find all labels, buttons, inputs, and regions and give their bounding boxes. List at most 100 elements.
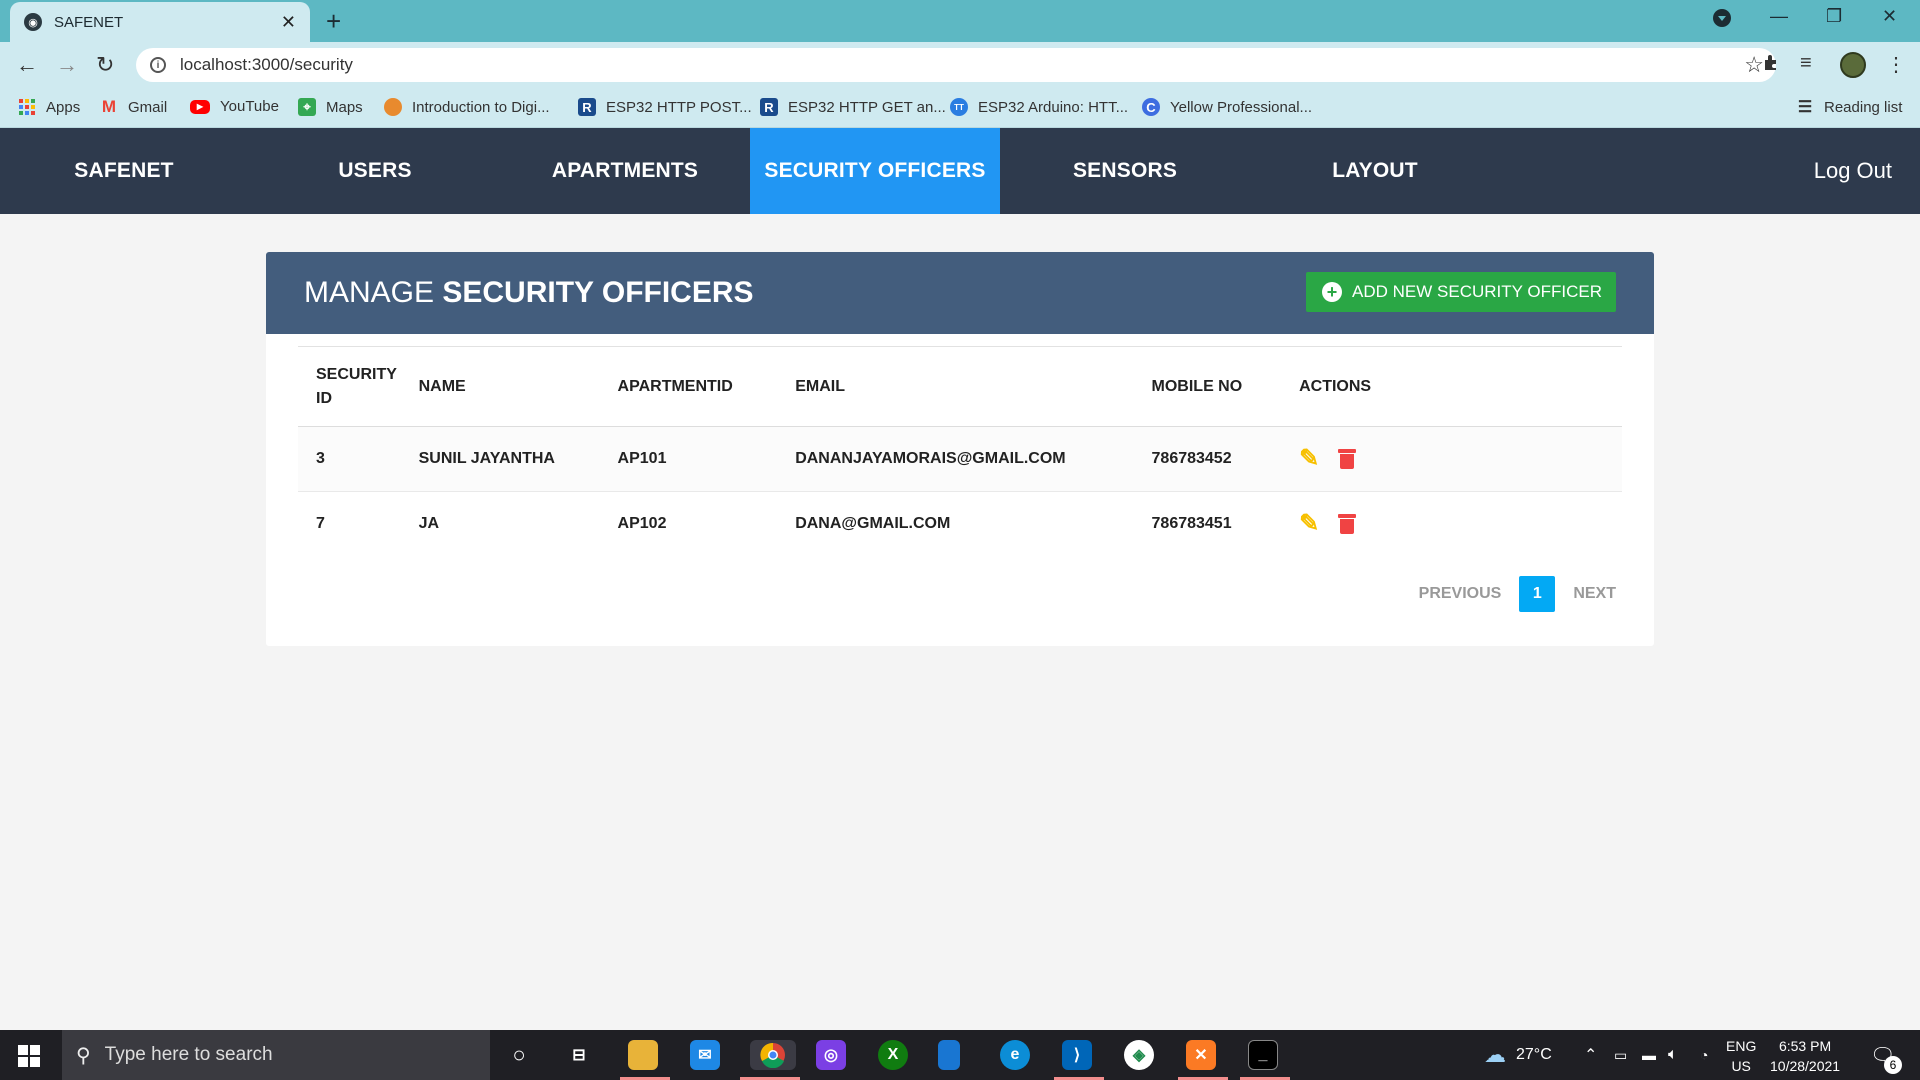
tab-search-icon[interactable] [1712,8,1732,33]
cloud-icon: ☁ [1484,1042,1506,1067]
cell-email: DANA@GMAIL.COM [777,491,1134,557]
bookmark-site-icon [384,98,402,116]
bookmark-esp32-post[interactable]: R ESP32 HTTP POST... [578,98,752,116]
bookmark-introduction[interactable]: Introduction to Digi... [384,98,550,116]
site-info-icon[interactable]: i [150,57,166,73]
weather-temp: 27°C [1516,1046,1552,1063]
bookmark-apps[interactable]: Apps [18,98,80,116]
clock-time: 6:53 PM [1778,1038,1832,1054]
forward-icon[interactable]: → [56,52,78,78]
edit-icon[interactable]: ✎ [1299,447,1319,471]
gmail-icon: M [101,97,117,116]
xampp-icon[interactable]: ✕ [1186,1040,1216,1070]
menu-icon[interactable]: ⋮ [1886,52,1906,77]
r-site-icon: R [578,98,596,116]
c-site-icon: C [1142,98,1160,116]
globe-icon: ◉ [24,13,42,31]
extensions-icon[interactable] [1762,52,1782,78]
weather-widget[interactable]: ☁ 27°C [1484,1030,1552,1080]
pagination-previous[interactable]: PREVIOUS [1415,585,1506,603]
nav-item-users[interactable]: USERS [300,128,450,214]
profile-avatar[interactable] [1840,52,1866,78]
bookmark-esp32-get[interactable]: R ESP32 HTTP GET an... [760,98,946,116]
edit-icon[interactable]: ✎ [1299,512,1319,536]
task-view-icon[interactable]: ⊟ [564,1040,594,1070]
delete-icon[interactable] [1338,514,1357,535]
nav-item-layout[interactable]: LAYOUT [1300,128,1450,214]
photo-app-icon[interactable]: ◎ [816,1040,846,1070]
terminal-icon[interactable]: _ [1248,1040,1278,1070]
address-bar[interactable]: i localhost:3000/security ☆ [136,48,1776,82]
bookmarks-bar: Apps M Gmail ▶ YouTube ⌖ Maps Introducti… [0,88,1920,128]
card-header: MANAGE SECURITY OFFICERS + ADD NEW SECUR… [266,252,1654,334]
language-indicator[interactable]: ENG US [1726,1036,1756,1076]
tt-site-icon: TT [950,98,968,116]
windows-start-icon[interactable] [18,1045,40,1067]
url-text[interactable]: localhost:3000/security [180,55,353,75]
notepad-icon[interactable] [938,1040,960,1070]
search-icon: ⚲ [76,1044,91,1067]
edge-icon[interactable]: e [1000,1040,1030,1070]
column-header-mobile: MOBILE NO [1133,346,1282,427]
close-window-icon[interactable]: ✕ [1882,6,1897,27]
bookmark-gmail[interactable]: M Gmail [100,97,167,116]
clock-date: 10/28/2021 [1770,1058,1841,1074]
show-hidden-icons[interactable]: ⌃ [1584,1030,1597,1080]
bookmark-maps[interactable]: ⌖ Maps [298,98,363,116]
cortana-icon[interactable]: ○ [504,1040,534,1070]
volume-icon[interactable]: 🔈︎ [1668,1030,1678,1080]
minimize-icon[interactable]: — [1770,6,1788,27]
cell-apartment: AP102 [599,491,778,557]
address-toolbar: ← → ↻ i localhost:3000/security ☆ ≡ ⋮ [0,42,1920,88]
cell-mobile: 786783452 [1133,426,1282,492]
column-header-name: NAME [400,346,600,427]
clock[interactable]: 6:53 PM 10/28/2021 [1770,1036,1840,1076]
table-row: 7 JA AP102 DANA@GMAIL.COM 786783451 ✎ [298,491,1622,557]
notification-count: 6 [1884,1056,1902,1074]
new-tab-button[interactable]: + [326,6,341,37]
mail-icon[interactable]: ✉ [690,1040,720,1070]
page-title: MANAGE SECURITY OFFICERS [304,276,754,310]
cell-actions: ✎ [1281,426,1622,492]
delete-icon[interactable] [1338,449,1357,469]
logout-link[interactable]: Log Out [1814,128,1892,214]
notifications-icon[interactable]: 🗨︎ 6 [1870,1030,1902,1080]
bookmark-youtube[interactable]: ▶ YouTube [190,98,279,115]
bookmark-label: ESP32 HTTP POST... [606,98,752,116]
title-bold: SECURITY OFFICERS [442,276,754,309]
bookmark-label: Yellow Professional... [1170,98,1313,116]
bookmark-label: Introduction to Digi... [412,98,550,116]
youtube-icon: ▶ [190,99,210,114]
media-queue-icon[interactable]: ≡ [1800,52,1812,75]
apps-grid-icon [18,98,36,116]
file-explorer-icon[interactable] [628,1040,658,1070]
close-tab-icon[interactable]: ✕ [281,12,296,33]
app-icon[interactable]: ◈ [1124,1040,1154,1070]
meet-now-icon[interactable]: ▭ [1614,1030,1627,1080]
bookmark-esp32-arduino[interactable]: TT ESP32 Arduino: HTT... [950,98,1128,116]
vscode-icon[interactable]: ⟩ [1062,1040,1092,1070]
back-icon[interactable]: ← [16,52,38,78]
taskbar-search[interactable]: ⚲ Type here to search [62,1030,490,1080]
reload-icon[interactable]: ↻ [96,52,114,78]
add-button-label: ADD NEW SECURITY OFFICER [1352,282,1602,301]
nav-item-security-officers[interactable]: SECURITY OFFICERS [750,128,1000,214]
cell-name: SUNIL JAYANTHA [400,426,600,492]
restore-icon[interactable]: ❐ [1826,6,1842,27]
nav-item-sensors[interactable]: SENSORS [1050,128,1200,214]
wifi-icon[interactable]: ◔ [1700,1030,1708,1080]
bookmark-label: Maps [326,98,363,116]
bookmark-yellow-professional[interactable]: C Yellow Professional... [1142,98,1312,116]
chrome-icon[interactable] [750,1040,796,1070]
pagination-next[interactable]: NEXT [1569,585,1620,603]
reading-list-icon: ☰ [1797,99,1813,116]
pagination-page-1[interactable]: 1 [1519,576,1556,612]
battery-icon[interactable]: ▬ [1642,1030,1656,1080]
r-site-icon: R [760,98,778,116]
nav-item-apartments[interactable]: APARTMENTS [530,128,720,214]
nav-brand[interactable]: SAFENET [44,128,204,214]
xbox-icon[interactable]: X [878,1040,908,1070]
reading-list[interactable]: ☰ Reading list [1796,98,1903,117]
add-security-officer-button[interactable]: + ADD NEW SECURITY OFFICER [1306,272,1616,312]
browser-tab[interactable]: ◉ SAFENET ✕ [10,2,310,42]
